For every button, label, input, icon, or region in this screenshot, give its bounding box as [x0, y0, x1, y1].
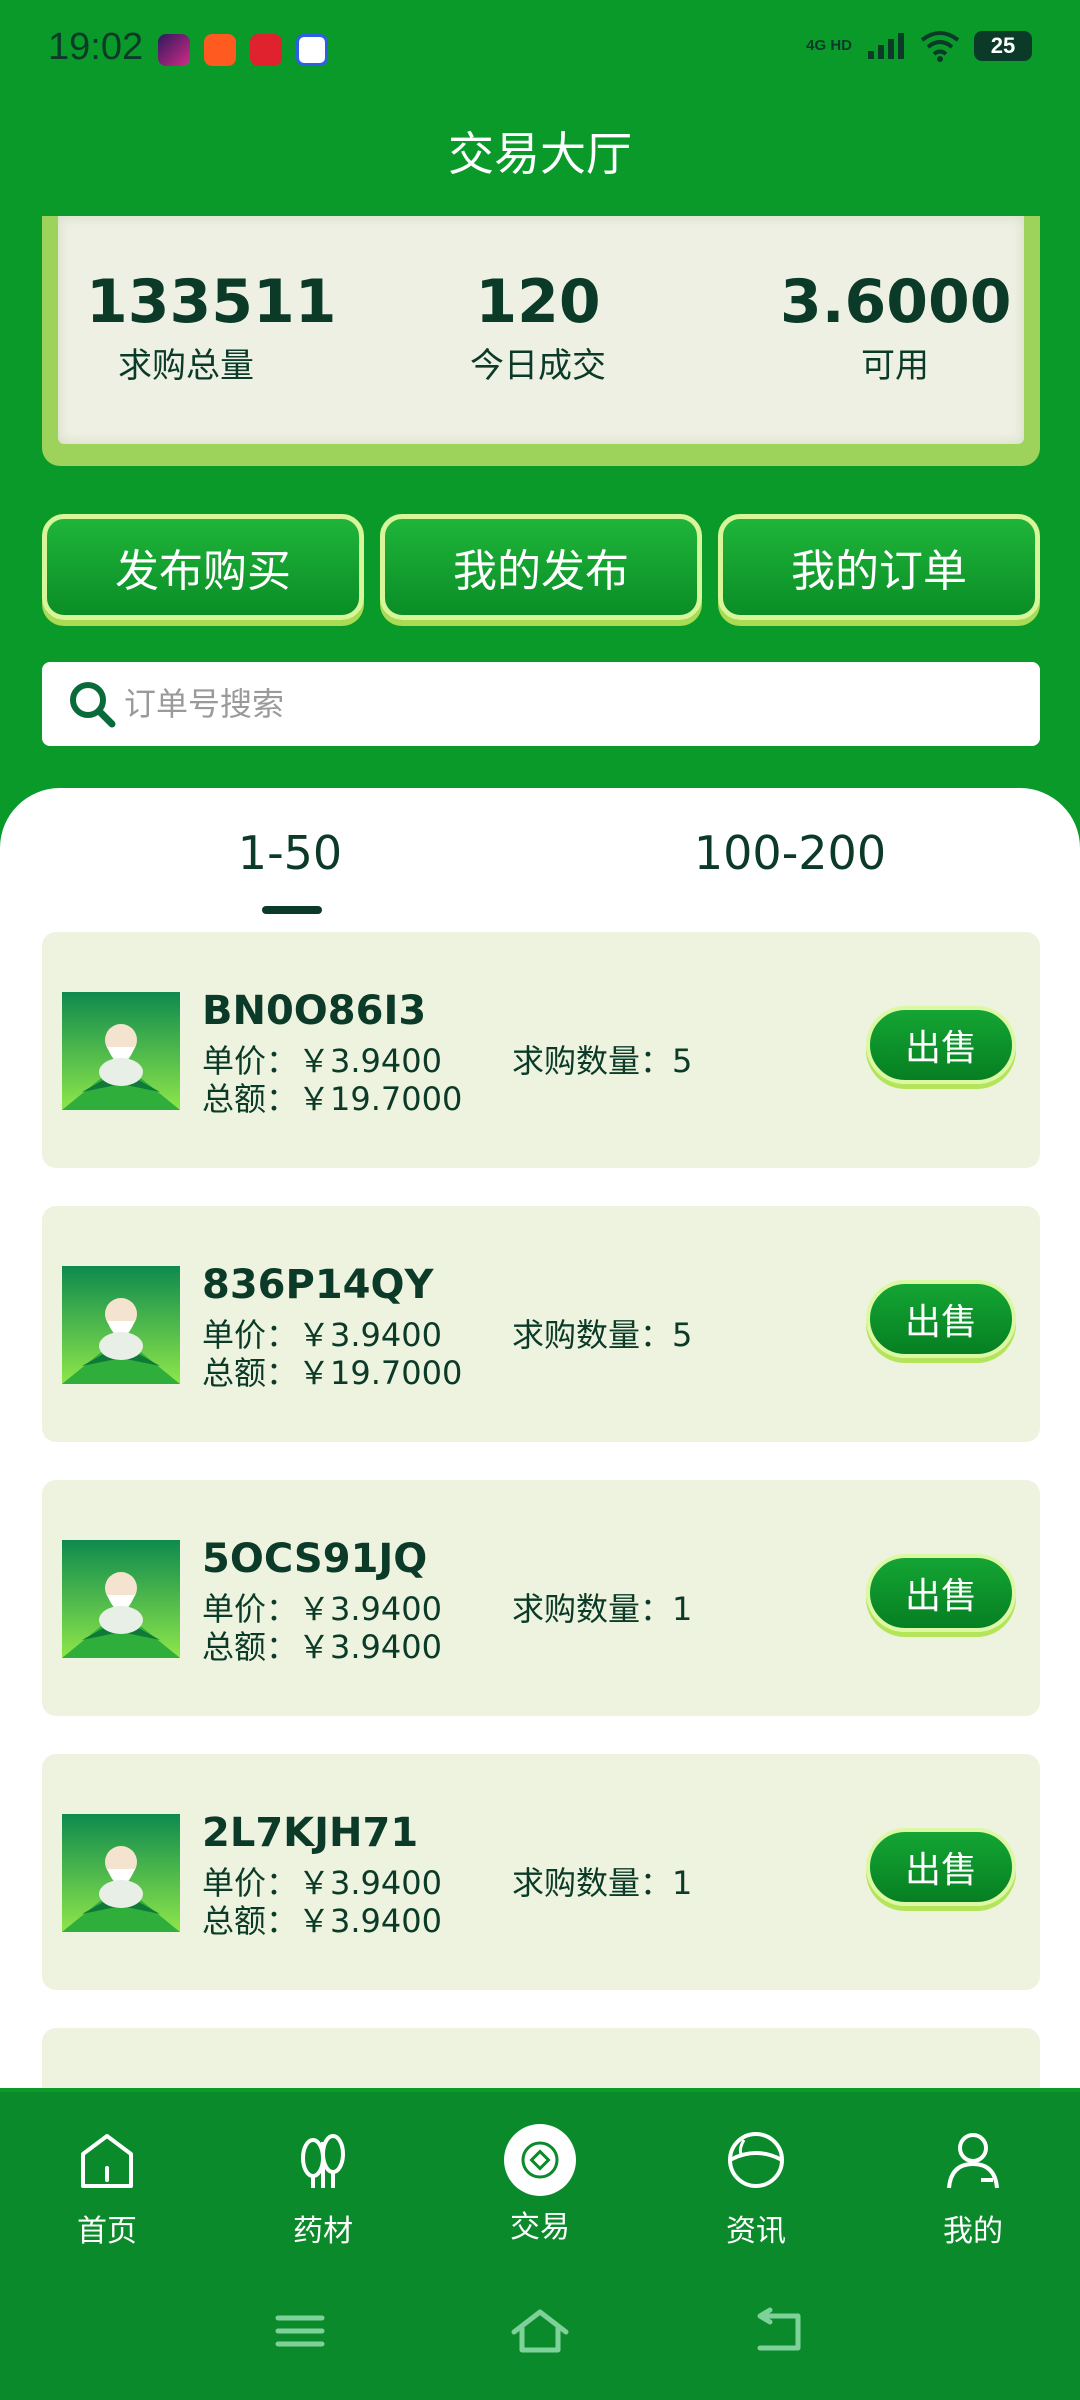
tab-1-50[interactable]: 1-50: [140, 826, 440, 880]
nav-label: 交易: [510, 2210, 570, 2245]
stat-total-buy: 133511 求购总量: [86, 267, 337, 387]
my-orders-button[interactable]: 我的订单: [718, 514, 1040, 620]
sell-button[interactable]: 出售: [866, 1280, 1016, 1358]
signal-icon: [868, 33, 904, 59]
herb-tree-icon: [301, 2134, 345, 2188]
order-id: BN0O86I3: [202, 988, 427, 1034]
order-card: 5OCS91JQ 单价：￥3.9400 总额：￥3.9400 求购数量：1 出售: [42, 1480, 1040, 1716]
order-quantity: 求购数量：5: [512, 1316, 693, 1354]
stats-inner: 133511 求购总量 120 今日成交 3.6000 可用: [58, 216, 1024, 444]
nav-label: 我的: [943, 2214, 1003, 2249]
baidu-app-icon: [296, 34, 328, 66]
tab-indicator: [262, 906, 322, 914]
wifi-icon: [920, 31, 960, 62]
tmall-app-icon: [250, 34, 282, 66]
stat-value: 120: [475, 267, 601, 337]
tab-100-200[interactable]: 100-200: [640, 826, 940, 880]
stats-panel: 133511 求购总量 120 今日成交 3.6000 可用: [42, 216, 1040, 466]
video-app-icon: [158, 34, 190, 66]
nav-profile[interactable]: 我的: [898, 2128, 1048, 2250]
profile-icon: [947, 2133, 999, 2189]
home-icon: [81, 2134, 133, 2188]
publish-buy-button[interactable]: 发布购买: [42, 514, 364, 620]
stat-today-deals: 120 今日成交: [438, 270, 638, 387]
sage-avatar-icon: [62, 1266, 180, 1384]
bottom-nav: 首页 药材 交易 资讯 我的: [0, 2092, 1080, 2400]
order-total: 总额：￥3.9400: [202, 1628, 442, 1666]
status-time: 19:02: [48, 26, 144, 68]
action-row: 发布购买 我的发布 我的订单: [42, 514, 1040, 622]
menu-icon[interactable]: [270, 2306, 330, 2356]
order-quantity: 求购数量：1: [512, 1864, 693, 1902]
sage-avatar-icon: [62, 1540, 180, 1658]
my-publish-button[interactable]: 我的发布: [380, 514, 702, 620]
order-card: BN0O86I3 单价：￥3.9400 总额：￥19.7000 求购数量：5 出…: [42, 932, 1040, 1168]
trade-icon: [504, 2124, 576, 2196]
nav-home[interactable]: 首页: [32, 2128, 182, 2250]
order-id: 2L7KJH71: [202, 1810, 419, 1856]
order-total: 总额：￥19.7000: [202, 1080, 463, 1118]
search-box[interactable]: [42, 662, 1040, 746]
network-label: 4G HD: [806, 37, 852, 54]
content-panel: 1-50 100-200 BN0O86I3 单价：￥3.9400 总额：￥19.…: [0, 788, 1080, 2088]
sell-button[interactable]: 出售: [866, 1828, 1016, 1906]
status-app-icons: [158, 34, 328, 66]
sell-button[interactable]: 出售: [866, 1006, 1016, 1084]
nav-news[interactable]: 资讯: [681, 2128, 831, 2250]
nav-label: 资讯: [726, 2214, 786, 2249]
stat-available: 3.6000 可用: [780, 267, 1012, 387]
order-card: 2L7KJH71 单价：￥3.9400 总额：￥3.9400 求购数量：1 出售: [42, 1754, 1040, 1990]
order-thumbnail: [62, 1814, 180, 1932]
order-quantity: 求购数量：5: [512, 1042, 693, 1080]
stat-label: 今日成交: [470, 346, 606, 386]
order-quantity: 求购数量：1: [512, 1590, 693, 1628]
nav-label: 药材: [293, 2214, 353, 2249]
order-id: 836P14QY: [202, 1262, 434, 1308]
system-home-icon[interactable]: [510, 2306, 570, 2356]
system-nav-bar: [0, 2292, 1080, 2372]
order-total: 总额：￥19.7000: [202, 1354, 463, 1392]
stat-value: 3.6000: [780, 267, 1012, 337]
order-card: 836P14QY 单价：￥3.9400 总额：￥19.7000 求购数量：5 出…: [42, 1206, 1040, 1442]
order-thumbnail: [62, 1266, 180, 1384]
news-globe-icon: [728, 2132, 784, 2188]
stat-label: 可用: [861, 346, 929, 386]
search-icon: [70, 682, 116, 728]
order-thumbnail: [62, 1540, 180, 1658]
nav-label: 首页: [77, 2214, 137, 2249]
sage-avatar-icon: [62, 992, 180, 1110]
stat-label: 求购总量: [118, 346, 254, 386]
status-bar: 19:02 4G HD 25: [0, 0, 1080, 100]
search-input[interactable]: [124, 662, 1004, 746]
sage-avatar-icon: [62, 1814, 180, 1932]
order-total: 总额：￥3.9400: [202, 1902, 442, 1940]
order-card-partial: [42, 2028, 1040, 2088]
orange-app-icon: [204, 34, 236, 66]
nav-herbs[interactable]: 药材: [248, 2128, 398, 2250]
battery-indicator: 25: [974, 31, 1032, 61]
order-id: 5OCS91JQ: [202, 1536, 428, 1582]
stat-value: 133511: [86, 267, 337, 337]
page-title: 交易大厅: [448, 127, 632, 181]
status-right: 4G HD 25: [806, 30, 1032, 62]
sell-button[interactable]: 出售: [866, 1554, 1016, 1632]
nav-trade[interactable]: 交易: [465, 2124, 615, 2246]
back-icon[interactable]: [750, 2306, 810, 2356]
order-thumbnail: [62, 992, 180, 1110]
